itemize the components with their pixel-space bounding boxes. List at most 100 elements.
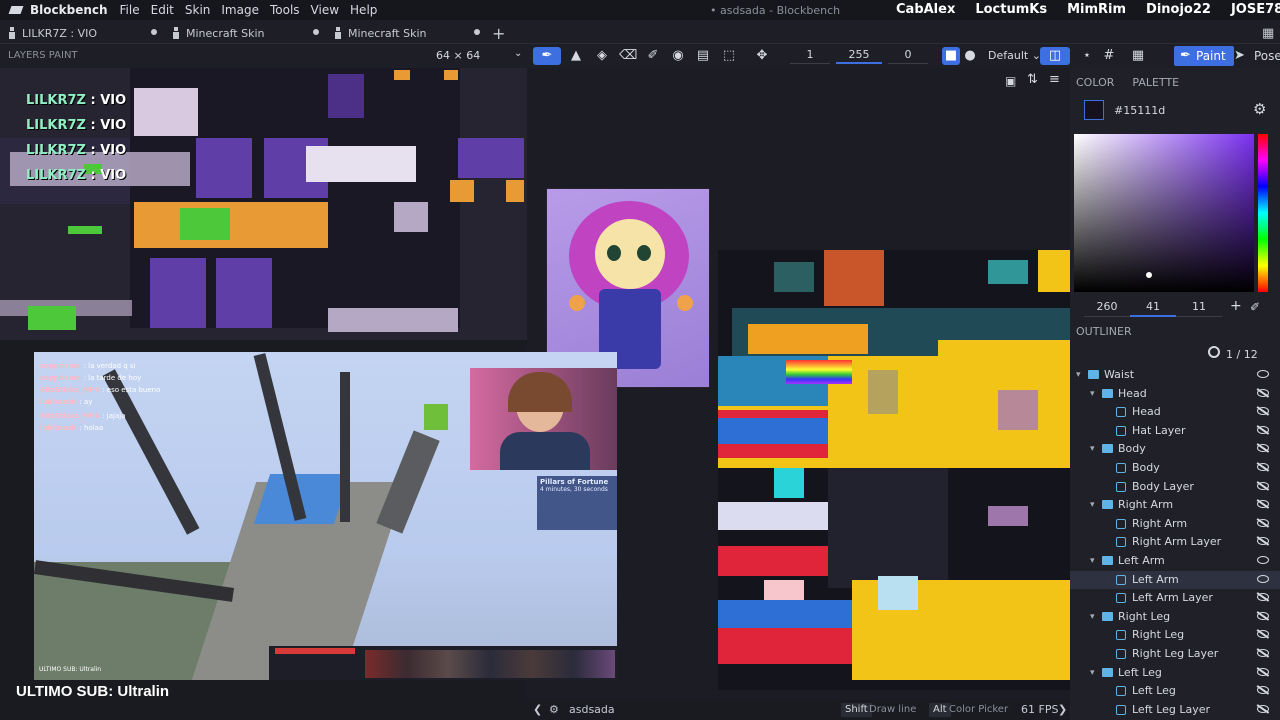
add-color-icon[interactable]: + (1230, 298, 1242, 314)
eye-icon[interactable] (1257, 556, 1269, 564)
outliner-group-row[interactable]: ▾ Right Leg (1070, 608, 1280, 626)
eye-off-icon[interactable] (1257, 500, 1269, 509)
copy-brush-icon[interactable]: ▤ (694, 47, 712, 65)
round-brush-icon[interactable]: ● (961, 47, 979, 65)
eye-off-icon[interactable] (1257, 686, 1269, 695)
outliner-cube-row[interactable]: Right Arm Layer (1070, 533, 1280, 551)
unsaved-dot-icon[interactable] (313, 29, 319, 35)
eye-off-icon[interactable] (1257, 611, 1269, 620)
outliner-group-row[interactable]: ▾ Head (1070, 385, 1280, 403)
menu-view[interactable]: View (311, 3, 339, 17)
outliner-cube-row[interactable]: Right Arm (1070, 515, 1280, 533)
outliner-cube-row[interactable]: Hat Layer (1070, 422, 1280, 440)
outliner-cube-row[interactable]: Left Leg (1070, 682, 1280, 700)
opacity-input[interactable]: 255 (836, 48, 882, 64)
eraser-tool-icon[interactable]: ⌫ (619, 47, 637, 65)
eye-off-icon[interactable] (1257, 463, 1269, 471)
eye-off-icon[interactable] (1257, 667, 1269, 676)
eye-off-icon[interactable] (1257, 630, 1269, 639)
eye-icon[interactable] (1257, 574, 1269, 583)
hue-input[interactable]: 260 (1084, 300, 1130, 317)
eye-off-icon[interactable] (1257, 518, 1269, 527)
tab-project-2[interactable]: Minecraft Skin (172, 24, 264, 42)
hex-input[interactable]: #15111d (1114, 104, 1165, 117)
unsaved-dot-icon[interactable] (474, 29, 480, 35)
eye-off-icon[interactable] (1257, 407, 1269, 416)
move-tool-icon[interactable]: ✥ (753, 47, 771, 65)
blend-mode-select[interactable]: Default ⌄ (988, 47, 1041, 65)
unsaved-dot-icon[interactable] (151, 29, 157, 35)
outliner-group-row[interactable]: ▾ Waist (1070, 366, 1280, 384)
menu-file[interactable]: File (120, 3, 140, 17)
chevron-down-icon[interactable]: ▾ (1090, 608, 1095, 626)
tab-project-1[interactable]: LILKR7Z : VIO (8, 24, 97, 42)
chevron-down-icon[interactable]: ▾ (1076, 366, 1081, 384)
chevron-down-icon[interactable]: ▾ (1090, 664, 1095, 682)
new-tab-button[interactable]: + (492, 24, 505, 43)
value-input[interactable]: 11 (1176, 300, 1222, 317)
sidebar-toggle-icon[interactable]: ❮ (533, 703, 542, 716)
saturation-input[interactable]: 41 (1130, 300, 1176, 317)
eye-off-icon[interactable] (1257, 481, 1269, 490)
chevron-down-icon[interactable]: ▾ (1090, 440, 1095, 458)
grid-toggle-icon[interactable]: # (1100, 47, 1118, 65)
brush-tool-icon[interactable]: ✒ (533, 47, 561, 65)
grid-menu-icon[interactable]: ▦ (1262, 24, 1274, 42)
outliner-cube-row[interactable]: Body (1070, 459, 1280, 477)
texture-editor[interactable]: LILKR7Z : VIO LILKR7Z : VIO LILKR7Z : VI… (0, 68, 527, 340)
outliner-cube-row[interactable]: Body Layer (1070, 478, 1280, 496)
outliner-cube-row[interactable]: Left Arm (1070, 570, 1280, 589)
picker-cursor[interactable] (1146, 272, 1152, 278)
eye-off-icon[interactable] (1257, 425, 1269, 434)
gradient-tool-icon[interactable]: ◉ (669, 47, 687, 65)
menu-skin[interactable]: Skin (185, 3, 211, 17)
chevron-down-icon[interactable]: ⌄ (514, 48, 522, 59)
chevron-down-icon[interactable]: ▾ (1090, 496, 1095, 514)
outliner-group-row[interactable]: ▾ Body (1070, 440, 1280, 458)
menu-edit[interactable]: Edit (151, 3, 174, 17)
selection-tool-icon[interactable]: ⬚ (720, 47, 738, 65)
eye-off-icon[interactable] (1257, 593, 1269, 602)
outliner-cube-row[interactable]: Right Leg Layer (1070, 645, 1280, 663)
hue-slider[interactable] (1258, 134, 1268, 292)
color-picker-icon[interactable]: ✐ (644, 47, 662, 65)
outliner-group-row[interactable]: ▾ Left Leg (1070, 664, 1280, 682)
stamp-tool-icon[interactable]: ▲ (567, 47, 585, 65)
color-picker-area[interactable] (1074, 134, 1254, 292)
mirror-toggle-icon[interactable]: ◫ (1040, 47, 1070, 65)
brush-size-input[interactable]: 1 (790, 48, 830, 64)
layout-icon[interactable]: ▦ (1124, 47, 1152, 65)
eye-off-icon[interactable] (1257, 537, 1269, 546)
menu-help[interactable]: Help (350, 3, 377, 17)
outliner-cube-row[interactable]: Head (1070, 403, 1280, 421)
eye-off-icon[interactable] (1257, 649, 1269, 657)
fill-tool-icon[interactable]: ◈ (593, 47, 611, 65)
outliner-cube-row[interactable]: Left Leg Layer (1070, 701, 1280, 719)
chevron-right-icon[interactable]: ❯ (1058, 703, 1067, 716)
sort-icon[interactable]: ⇅ (1027, 72, 1038, 87)
eyedropper-icon[interactable]: ✐ (1250, 300, 1260, 314)
eye-off-icon[interactable] (1257, 704, 1269, 713)
menu-image[interactable]: Image (221, 3, 259, 17)
screenshot-icon[interactable]: ▣ (1005, 74, 1016, 88)
outliner-cube-row[interactable]: Right Leg (1070, 626, 1280, 644)
eye-off-icon[interactable] (1257, 444, 1269, 453)
outliner-group-row[interactable]: ▾ Right Arm (1070, 496, 1280, 514)
outliner-group-row[interactable]: ▾ Left Arm (1070, 552, 1280, 570)
menu-tools[interactable]: Tools (270, 3, 300, 17)
chevron-down-icon[interactable]: ▾ (1090, 552, 1095, 570)
tab-project-3[interactable]: Minecraft Skin (334, 24, 426, 42)
eye-off-icon[interactable] (1257, 388, 1269, 397)
square-brush-icon[interactable]: ■ (942, 47, 960, 65)
outliner-cube-row[interactable]: Left Arm Layer (1070, 589, 1280, 607)
menu-icon[interactable]: ≡ (1049, 72, 1060, 87)
search-icon[interactable] (1208, 346, 1220, 358)
tab-palette[interactable]: PALETTE (1132, 76, 1179, 89)
eye-icon[interactable] (1257, 370, 1269, 378)
lock-alpha-icon[interactable]: ⋆ (1078, 47, 1096, 65)
chevron-down-icon[interactable]: ▾ (1090, 385, 1095, 403)
tab-color[interactable]: COLOR (1076, 76, 1114, 89)
softness-input[interactable]: 0 (888, 48, 928, 64)
current-color-swatch[interactable] (1084, 100, 1104, 120)
gear-icon[interactable]: ⚙ (1253, 100, 1266, 118)
